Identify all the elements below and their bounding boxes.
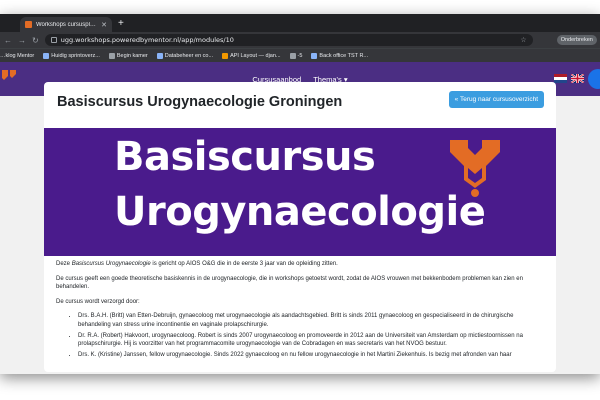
banner-line-2: Urogynaecologie — [114, 189, 486, 235]
speaker-list: Drs. B.A.H. (Britt) van Etten-Debruijn, … — [56, 312, 544, 359]
user-menu-button[interactable] — [588, 69, 600, 89]
bookmark-item[interactable]: Begin kamer — [108, 52, 148, 59]
banner-line-1: Basiscursus — [114, 134, 376, 180]
tab-strip: Workshops cursusplatform | po ✕ + — [0, 14, 600, 32]
bookmark-item[interactable]: Huidig sprintoverz... — [43, 52, 100, 59]
bookmarks-bar: …klog Mentor Huidig sprintoverz... Begin… — [0, 48, 600, 62]
site-favicon-icon — [25, 21, 32, 28]
bookmark-item[interactable]: …klog Mentor — [0, 53, 34, 59]
speaker-item: Drs. B.A.H. (Britt) van Etten-Debruijn, … — [78, 312, 544, 329]
bookmark-item[interactable]: API Layout — djan... — [222, 52, 281, 59]
profile-chip[interactable]: Onderbreken — [556, 35, 597, 45]
intro-paragraph: Deze Basiscursus Urogynaecologie is geri… — [56, 261, 338, 267]
tooth-logo-icon — [450, 140, 500, 197]
bookmark-item[interactable]: Back office TST R... — [311, 52, 368, 59]
dutch-flag-icon[interactable] — [554, 74, 567, 83]
close-icon[interactable]: ✕ — [101, 21, 107, 29]
description-paragraph: De cursus geeft een goede theoretische b… — [56, 275, 523, 291]
bookmark-favicon-icon — [108, 52, 115, 59]
course-card: Basiscursus Urogynaecologie Groningen « … — [44, 82, 556, 372]
back-arrow-icon[interactable]: ← — [4, 36, 12, 45]
course-description: Deze Basiscursus Urogynaecologie is geri… — [56, 260, 544, 361]
page-title: Basiscursus Urogynaecologie Groningen — [57, 94, 343, 110]
bookmark-item[interactable]: Databeheer en co... — [156, 52, 213, 59]
bookmark-favicon-icon — [222, 52, 229, 59]
bookmark-favicon-icon — [311, 52, 318, 59]
bookmark-favicon-icon — [156, 52, 163, 59]
speaker-item: Dr. R.A. (Robert) Hakvoort, urogynaecolo… — [78, 332, 544, 349]
language-switcher — [554, 74, 584, 83]
course-banner: Basiscursus Urogynaecologie — [44, 128, 556, 256]
url-text: ugg.workshops.poweredbymentor.nl/app/mod… — [60, 36, 234, 44]
back-to-overview-button[interactable]: « Terug naar cursusoverzicht — [448, 91, 544, 108]
browser-toolbar: ← → ↻ ugg.workshops.poweredbymentor.nl/a… — [0, 32, 600, 48]
lock-icon — [50, 37, 57, 43]
bookmark-item[interactable]: -5 — [289, 52, 302, 59]
speakers-intro: De cursus wordt verzorgd door: — [56, 298, 140, 305]
bookmark-star-icon[interactable]: ☆ — [520, 36, 526, 44]
reload-icon[interactable]: ↻ — [32, 36, 39, 45]
new-tab-button[interactable]: + — [118, 17, 124, 32]
speaker-item: Drs. K. (Kristine) Janssen, fellow urogy… — [78, 351, 544, 360]
address-bar[interactable]: ugg.workshops.poweredbymentor.nl/app/mod… — [44, 34, 533, 46]
site-logo-icon[interactable] — [2, 70, 16, 88]
forward-arrow-icon[interactable]: → — [18, 36, 26, 45]
bookmark-favicon-icon — [289, 52, 296, 59]
uk-flag-icon[interactable] — [571, 74, 584, 83]
browser-tab[interactable]: Workshops cursusplatform | po ✕ — [20, 17, 112, 32]
bookmark-favicon-icon — [43, 52, 50, 59]
browser-window: Workshops cursusplatform | po ✕ + ← → ↻ … — [0, 14, 600, 374]
tab-title: Workshops cursusplatform | po — [36, 21, 97, 28]
